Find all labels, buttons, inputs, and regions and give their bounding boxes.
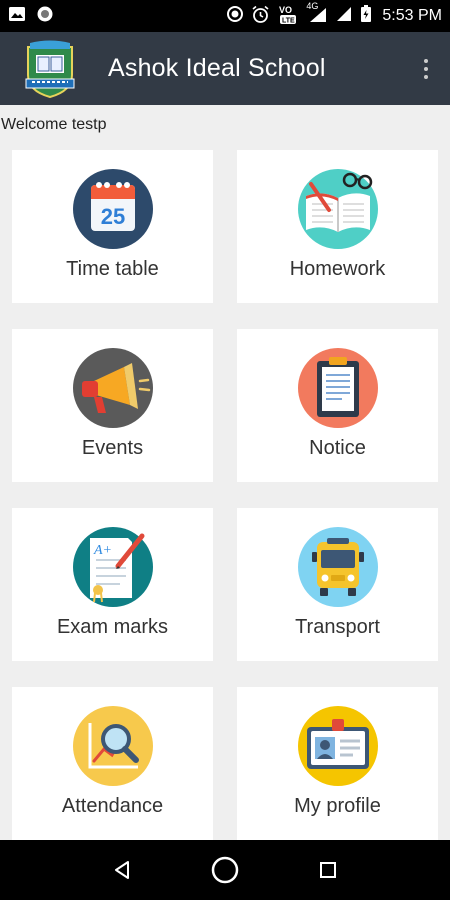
svg-text:A+: A+: [93, 543, 112, 558]
app-bar: Ashok Ideal School: [0, 32, 450, 105]
clipboard-icon: [297, 347, 379, 429]
tile-my-profile[interactable]: My profile: [237, 687, 438, 840]
recents-square-icon[interactable]: [308, 850, 348, 890]
data-saver-icon: [226, 5, 244, 27]
calendar-icon: 25: [72, 168, 154, 250]
volte-icon: VO LTE: [277, 3, 299, 29]
svg-text:25: 25: [100, 204, 124, 229]
id-card-icon: [297, 705, 379, 787]
overflow-menu-icon[interactable]: [416, 54, 436, 84]
status-bar: VO LTE 4G 5:53 PM: [0, 0, 450, 32]
tile-transport[interactable]: Transport: [237, 508, 438, 661]
tile-homework[interactable]: Homework: [237, 150, 438, 303]
4g-signal-icon: 4G: [306, 1, 328, 27]
tile-label: My profile: [294, 795, 381, 817]
home-circle-icon[interactable]: [205, 850, 245, 890]
signal-icon: [335, 5, 353, 27]
tile-events[interactable]: Events: [12, 329, 213, 482]
megaphone-icon: [72, 347, 154, 429]
tile-label: Exam marks: [56, 616, 169, 638]
bus-icon: [297, 526, 379, 608]
tile-label: Homework: [289, 258, 386, 280]
chart-magnifier-icon: [72, 705, 154, 787]
svg-text:VO: VO: [279, 5, 292, 15]
svg-text:LTE: LTE: [282, 18, 295, 25]
tile-label: Events: [81, 437, 144, 459]
tile-attendance[interactable]: Attendance: [12, 687, 213, 840]
tile-time-table[interactable]: 25 Time table: [12, 150, 213, 303]
battery-icon: [360, 5, 372, 27]
exam-paper-icon: A+: [72, 526, 154, 608]
app-title: Ashok Ideal School: [108, 54, 326, 82]
status-time: 5:53 PM: [382, 7, 442, 24]
menu-grid: 25 Time table Homework Events Notice A+ …: [12, 150, 438, 840]
tile-label: Notice: [309, 437, 366, 459]
tile-label: Time table: [66, 258, 159, 280]
book-icon: [297, 168, 379, 250]
welcome-text: Welcome testp: [1, 116, 107, 133]
alarm-icon: [251, 5, 270, 28]
image-icon: [8, 6, 26, 27]
tile-exam-marks[interactable]: A+ Exam marks: [12, 508, 213, 661]
tile-label: Attendance: [61, 795, 164, 817]
tile-label: Transport: [295, 616, 380, 638]
navigation-bar: [0, 840, 450, 900]
back-triangle-icon[interactable]: [102, 850, 142, 890]
tile-notice[interactable]: Notice: [237, 329, 438, 482]
school-crest-icon: [20, 39, 80, 99]
circle-notification-icon: [36, 5, 54, 28]
